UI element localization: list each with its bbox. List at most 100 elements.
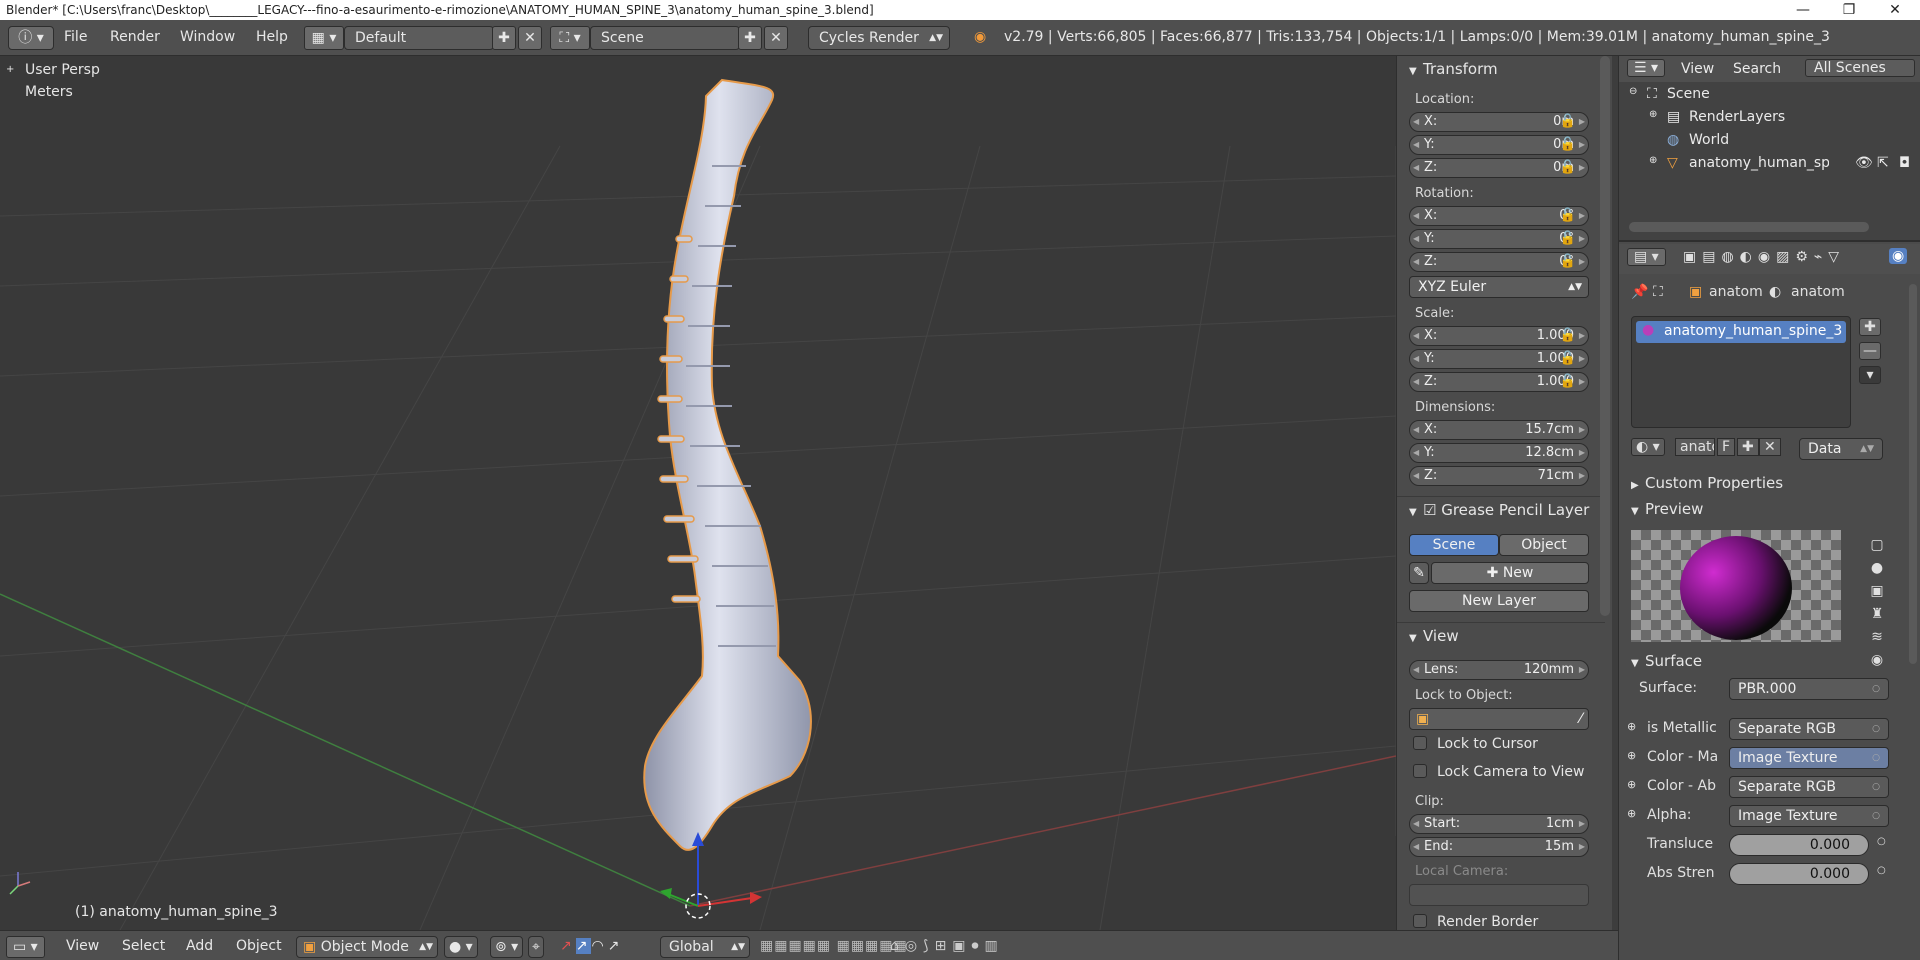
toolshelf-expand-icon[interactable]: + (6, 64, 14, 75)
properties-editor-type-icon[interactable]: ▤ ▾ (1627, 248, 1666, 266)
outliner-scrollbar[interactable] (1629, 222, 1869, 232)
add-screen-icon[interactable]: ✚ (492, 26, 516, 50)
lock-scale-z-icon[interactable]: 🔓 (1555, 372, 1581, 392)
add-slot-icon[interactable]: ✚ (1859, 318, 1881, 336)
scene-field[interactable]: Scene (590, 26, 740, 50)
expand-socket-icon[interactable]: ⊕ (1627, 807, 1636, 820)
material-name-field[interactable]: anato (1675, 438, 1715, 456)
translucency-slider[interactable]: 0.000 (1729, 834, 1869, 856)
shading-mode-icon[interactable]: ● ▾ (444, 936, 478, 958)
add-scene-icon[interactable]: ✚ (738, 26, 762, 50)
custom-properties-header[interactable]: ▶ Custom Properties (1619, 470, 1899, 496)
gp-object-tab[interactable]: Object (1499, 534, 1589, 556)
minimize-button[interactable]: — (1780, 0, 1826, 20)
lens-field[interactable]: ◀ Lens: 120mm ▶ (1409, 660, 1589, 680)
slot-menu-icon[interactable]: ▾ (1859, 366, 1881, 384)
new-material-icon[interactable]: ✚ (1737, 438, 1759, 456)
close-window-button[interactable]: ✕ (1872, 0, 1918, 20)
dimensions-x-field[interactable]: ◀ X: 15.7cm ▶ (1409, 420, 1589, 440)
lock-location-z-icon[interactable]: 🔓 (1555, 158, 1581, 178)
eye-icon[interactable]: 👁 (1855, 155, 1873, 171)
menu-help[interactable]: Help (256, 26, 288, 50)
menu-render[interactable]: Render (110, 26, 160, 50)
spine-model[interactable] (643, 78, 812, 851)
viewport-editor-type-icon[interactable]: ▭ ▾ (6, 936, 45, 958)
lock-rotation-z-icon[interactable]: 🔓 (1555, 252, 1581, 272)
lock-rotation-y-icon[interactable]: 🔓 (1555, 229, 1581, 249)
transform-panel-header[interactable]: ▼ Transform (1397, 56, 1605, 82)
link-select[interactable]: Data ▲▼ (1799, 438, 1883, 460)
cursor-select-icon[interactable]: ⇱ (1877, 155, 1889, 171)
properties-shelf-scrollbar[interactable] (1600, 56, 1610, 616)
layer-buttons[interactable]: ▦▦▦▦▦ ▦▦▦▦▦ (760, 936, 908, 958)
surface-header[interactable]: ▼ Surface (1619, 648, 1899, 674)
pivot-point-icon[interactable]: ⊚ ▾ (490, 936, 524, 958)
gp-new-button[interactable]: ✚ New (1431, 562, 1589, 584)
scene-icon[interactable]: ⛶ ▾ (550, 26, 590, 50)
remove-screen-icon[interactable]: ✕ (518, 26, 542, 50)
lock-to-cursor-checkbox[interactable]: Lock to Cursor (1413, 736, 1538, 752)
input-metallic-select[interactable]: Separate RGB ○ (1729, 718, 1889, 740)
render-border-checkbox[interactable]: Render Border (1413, 914, 1538, 930)
menu-view[interactable]: View (66, 936, 99, 958)
screen-layout-icon[interactable]: ▦ ▾ (304, 26, 344, 50)
outliner-item-scene[interactable]: Scene (1667, 86, 1710, 102)
checkbox-checked-icon[interactable]: ☑ (1423, 501, 1441, 519)
material-tab-icon[interactable]: ◉ (1889, 248, 1908, 264)
menu-file[interactable]: File (64, 26, 87, 50)
link-socket-icon[interactable]: ○ (1877, 836, 1886, 847)
menu-object[interactable]: Object (236, 936, 282, 958)
editor-type-info-icon[interactable]: ⓘ ▾ (8, 26, 54, 50)
outliner-search-menu[interactable]: Search (1733, 61, 1781, 77)
menu-window[interactable]: Window (180, 26, 235, 50)
expand-icon[interactable]: ⊕ (1649, 109, 1657, 120)
abs-strength-slider[interactable]: 0.000 (1729, 863, 1869, 885)
expand-socket-icon[interactable]: ⊕ (1627, 778, 1636, 791)
outliner-item-spine[interactable]: anatomy_human_spine (1689, 155, 1829, 171)
3d-viewport[interactable]: + User Persp Meters (1) anatomy_human_sp… (0, 56, 1396, 930)
eyedropper-icon[interactable]: ⁄ (1580, 709, 1582, 729)
gp-scene-tab[interactable]: Scene (1409, 534, 1499, 556)
manipulator-toggle-icon[interactable]: ⌖ (528, 936, 544, 958)
unlink-material-icon[interactable]: ✕ (1759, 438, 1781, 456)
input-color-ma-select[interactable]: Image Texture ○ (1729, 747, 1889, 769)
render-engine-select[interactable]: Cycles Render ▲▼ (808, 26, 950, 50)
pin-icon[interactable]: 📌 (1631, 284, 1648, 300)
clip-end-field[interactable]: ◀ End: 15m ▶ (1409, 837, 1589, 857)
material-slot-row[interactable]: ● anatomy_human_spine_3 (1636, 321, 1846, 343)
properties-scrollbar[interactable] (1909, 284, 1917, 664)
lock-location-y-icon[interactable]: 🔓 (1555, 135, 1581, 155)
remove-scene-icon[interactable]: ✕ (764, 26, 788, 50)
preview-header[interactable]: ▼ Preview (1619, 496, 1899, 522)
material-slot-list[interactable]: ● anatomy_human_spine_3 (1631, 316, 1851, 428)
screen-layout-field[interactable]: Default (344, 26, 494, 50)
transform-gizmo[interactable] (660, 832, 762, 919)
menu-select[interactable]: Select (122, 936, 165, 958)
outliner-editor-type-icon[interactable]: ☰ ▾ (1627, 59, 1666, 77)
material-browse-icon[interactable]: ◐ ▾ (1631, 438, 1665, 456)
orientation-select[interactable]: Global ▲▼ (660, 936, 750, 958)
pencil-icon[interactable]: ✎ (1409, 562, 1429, 584)
expand-icon[interactable]: ⊕ (1649, 155, 1657, 166)
dimensions-z-field[interactable]: ◀ Z: 71cm ▶ (1409, 466, 1589, 486)
outliner[interactable]: ☰ ▾ View Search All Scenes ⊖ ⛶ Scene ⊕ ▤… (1619, 56, 1920, 242)
gp-new-layer-button[interactable]: New Layer (1409, 590, 1589, 612)
lock-object-field[interactable]: ▣ ⁄ (1409, 708, 1589, 730)
input-color-ab-select[interactable]: Separate RGB ○ (1729, 776, 1889, 798)
lock-scale-y-icon[interactable]: 🔓 (1555, 349, 1581, 369)
expand-socket-icon[interactable]: ⊕ (1627, 749, 1636, 762)
lock-location-x-icon[interactable]: 🔓 (1555, 112, 1581, 132)
maximize-button[interactable]: ❐ (1826, 0, 1872, 20)
mode-select[interactable]: ▣ Object Mode ▲▼ (296, 936, 438, 958)
input-alpha-select[interactable]: Image Texture ○ (1729, 805, 1889, 827)
dimensions-y-field[interactable]: ◀ Y: 12.8cm ▶ (1409, 443, 1589, 463)
fake-user-button[interactable]: F (1717, 438, 1736, 456)
lock-camera-checkbox[interactable]: Lock Camera to View (1413, 764, 1585, 780)
rotation-mode-select[interactable]: XYZ Euler ▲▼ (1409, 276, 1589, 298)
outliner-view-menu[interactable]: View (1681, 61, 1714, 77)
expand-socket-icon[interactable]: ⊕ (1627, 720, 1636, 733)
properties-context-tabs[interactable]: ▣▤◍◐◉▨⚙⌁▽ (1683, 249, 1845, 265)
outliner-item-world[interactable]: World (1689, 132, 1729, 148)
transform-manipulator-icons[interactable]: ↗↗◠↗ (560, 936, 623, 958)
grease-pencil-panel-header[interactable]: ▼ ☑ Grease Pencil Layer (1397, 496, 1605, 522)
